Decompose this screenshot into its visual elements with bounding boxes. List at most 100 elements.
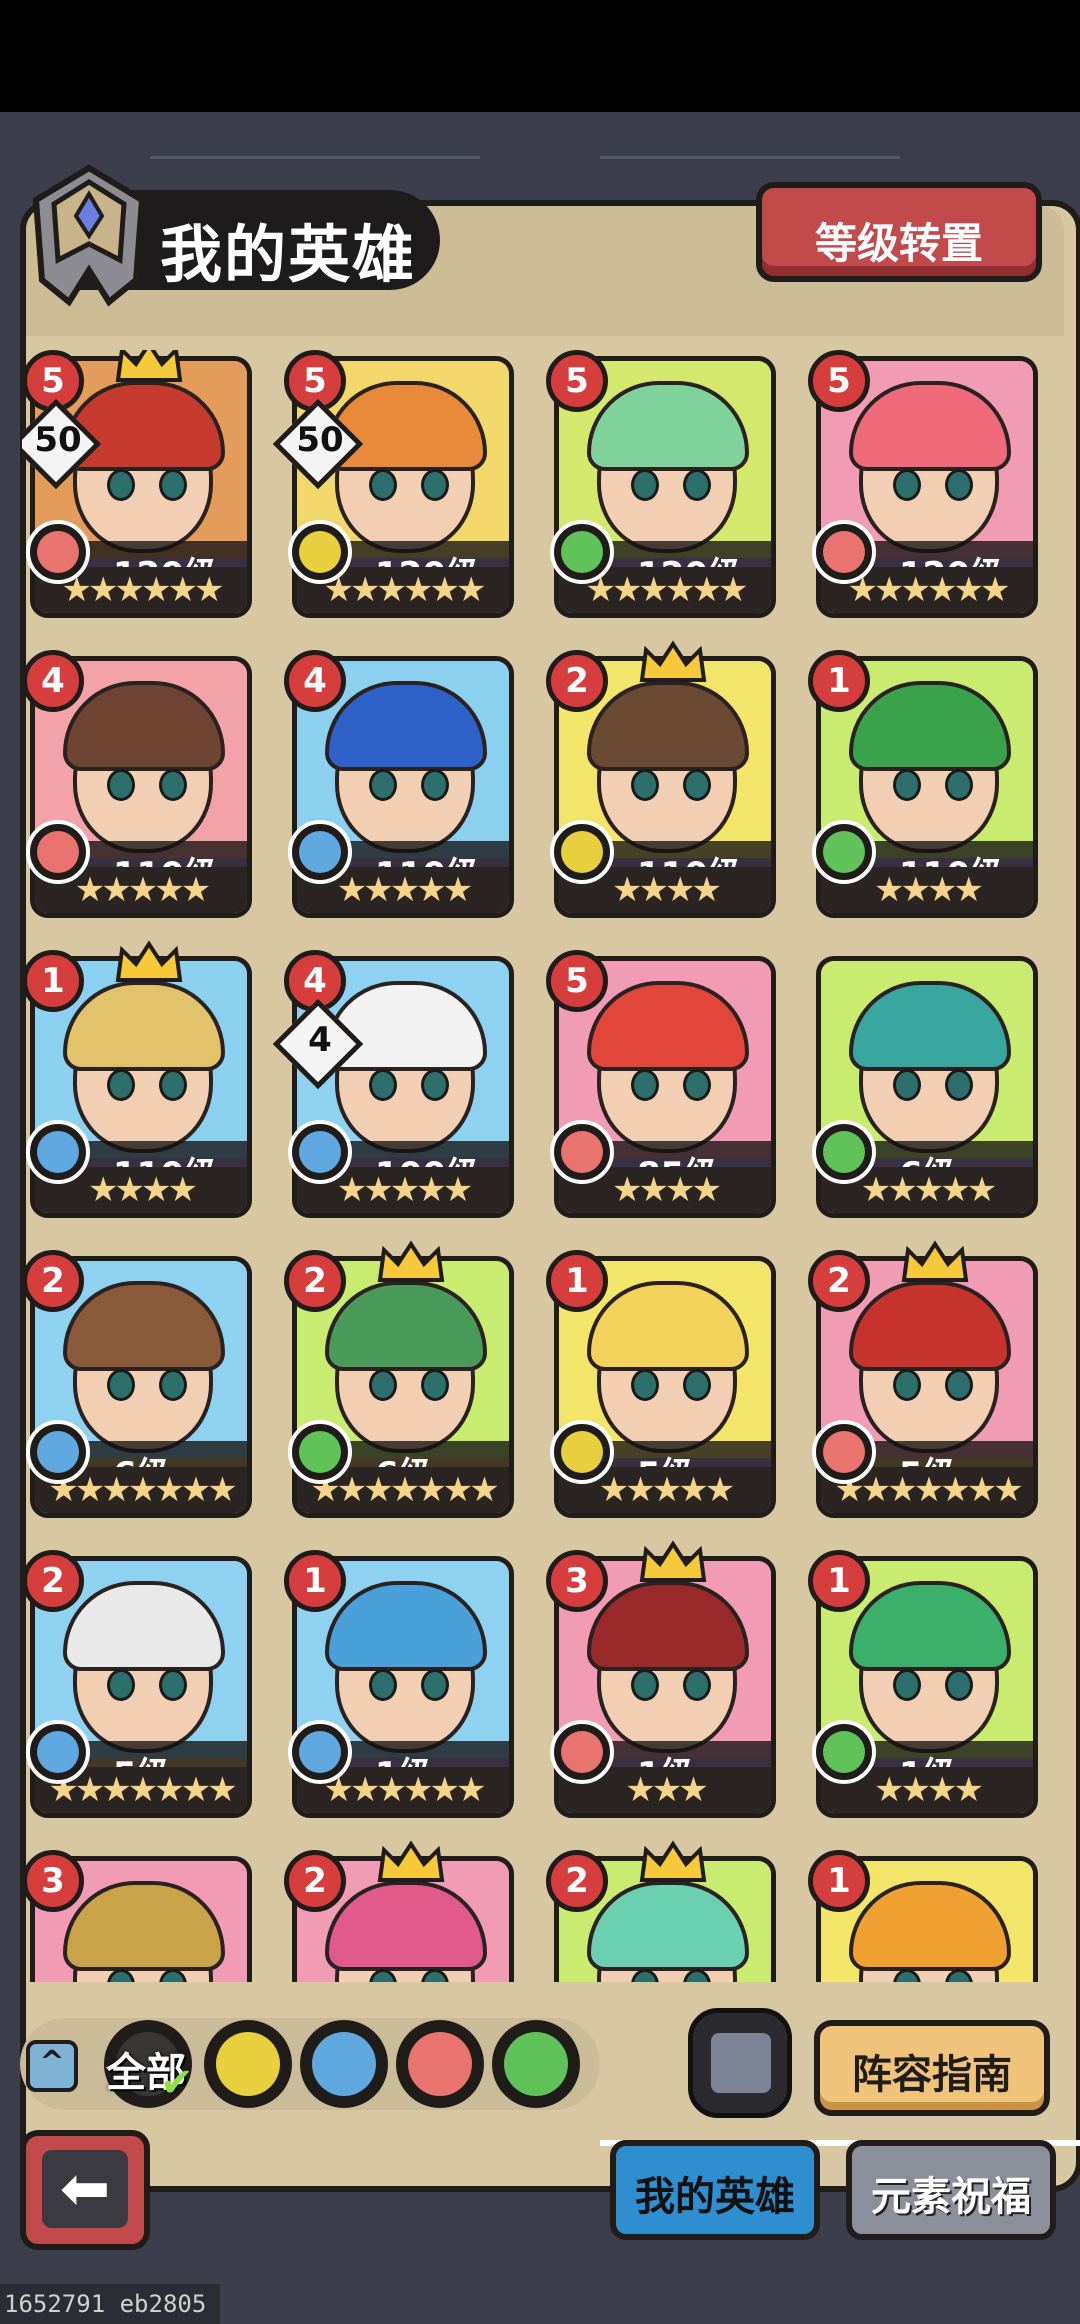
hero-eye <box>159 1369 187 1401</box>
decorative-line <box>600 156 900 159</box>
element-icon-fill <box>37 1131 79 1173</box>
rank-badge: 2 <box>546 650 608 712</box>
rank-badge: 2 <box>284 1850 346 1912</box>
hero-grid[interactable]: 120级★★★★★★550120级★★★★★★550120级★★★★★★5120… <box>22 350 1062 1982</box>
hero-hair <box>325 681 487 771</box>
hero-eye <box>683 1369 711 1401</box>
rank-number: 4 <box>303 961 327 1001</box>
lineup-guide-button[interactable]: 阵容指南 <box>814 2020 1050 2116</box>
hero-hair <box>325 1581 487 1671</box>
hero-hair <box>587 681 749 771</box>
rank-badge: 5 <box>546 950 608 1012</box>
crown-icon <box>639 1540 707 1582</box>
rank-number: 4 <box>41 661 65 701</box>
hero-card[interactable]: 110级★★★★2 <box>546 640 784 930</box>
hero-card[interactable]: 2 <box>284 1840 522 1982</box>
element-icon-fill <box>823 1731 865 1773</box>
earth-element-icon <box>288 520 352 584</box>
hero-card[interactable]: 120级★★★★★★5 <box>546 350 784 630</box>
hero-hair <box>587 381 749 471</box>
hero-eye <box>631 1369 659 1401</box>
hero-card[interactable]: 110级★★★★★4 <box>22 650 260 930</box>
hero-eye <box>893 469 921 501</box>
filter-fire-button[interactable] <box>396 2020 484 2108</box>
hero-card[interactable]: 1级★★★★★★1 <box>284 1550 522 1830</box>
filter-water-button[interactable] <box>300 2020 388 2108</box>
hero-eye <box>369 1369 397 1401</box>
hero-card[interactable]: 100级★★★★★44 <box>272 950 522 1230</box>
rank-badge: 2 <box>22 1250 84 1312</box>
wind-element-icon <box>812 1120 876 1184</box>
hero-card[interactable]: 110级★★★★★4 <box>284 650 522 930</box>
back-arrow-icon: ⬅ <box>42 2150 128 2228</box>
collapse-up-button[interactable]: ^ <box>26 2040 78 2092</box>
hero-card[interactable]: 5级★★★★★1 <box>546 1250 784 1530</box>
hero-card[interactable]: 110级★★★★1 <box>22 940 260 1230</box>
earth-element-icon <box>550 820 614 884</box>
element-icon-fill <box>561 1131 603 1173</box>
fire-element-icon <box>408 2032 472 2096</box>
fire-element-icon <box>812 1420 876 1484</box>
tab-my-heroes-label: 我的英雄 <box>635 2174 795 2220</box>
water-element-icon <box>26 1720 90 1784</box>
crown-icon <box>115 350 183 382</box>
element-icon-fill <box>37 831 79 873</box>
filter-earth-button[interactable] <box>204 2020 292 2108</box>
awaken-count: 50 <box>34 420 82 460</box>
awaken-count: 50 <box>296 420 344 460</box>
back-button[interactable]: ⬅ <box>20 2130 150 2250</box>
hero-hair <box>587 1281 749 1371</box>
hero-eye <box>893 1369 921 1401</box>
rank-number: 2 <box>41 1261 65 1301</box>
hero-card[interactable]: 3 <box>22 1850 260 1982</box>
filter-wind-button[interactable] <box>492 2020 580 2108</box>
element-icon-fill <box>823 1431 865 1473</box>
hero-eye <box>159 769 187 801</box>
hero-card[interactable]: 5级★★★★★★★2 <box>22 1550 260 1830</box>
earth-element-icon <box>550 1420 614 1484</box>
tab-element-blessing-label: 元素祝福 <box>871 2174 1031 2220</box>
hero-eye <box>683 1669 711 1701</box>
rank-number: 2 <box>565 1861 589 1901</box>
level-reset-button[interactable]: 等级转置 <box>756 182 1042 282</box>
hero-card[interactable]: 110级★★★★1 <box>808 650 1046 930</box>
save-lineup-button[interactable] <box>688 2008 792 2118</box>
rank-badge: 5 <box>808 350 870 412</box>
hero-eye <box>421 1369 449 1401</box>
crown-icon <box>115 940 183 982</box>
hero-card[interactable]: 85级★★★★5 <box>546 950 784 1230</box>
hero-eye <box>631 1069 659 1101</box>
hero-card[interactable]: 1 <box>808 1850 1046 1982</box>
hero-card[interactable]: 5级★★★★★★★2 <box>808 1240 1046 1530</box>
decorative-line <box>150 156 480 159</box>
hero-card[interactable]: 2 <box>546 1840 784 1982</box>
hero-card[interactable]: 120级★★★★★★5 <box>808 350 1046 630</box>
wind-element-icon <box>812 1720 876 1784</box>
tab-my-heroes[interactable]: 我的英雄 <box>610 2140 820 2240</box>
hero-card[interactable]: 6级★★★★★ <box>808 950 1046 1230</box>
rank-badge: 4 <box>22 650 84 712</box>
hero-eye <box>421 769 449 801</box>
element-icon-fill <box>299 531 341 573</box>
water-element-icon <box>288 1120 352 1184</box>
crown-icon <box>901 1240 969 1282</box>
hero-card[interactable]: 120级★★★★★★550 <box>22 350 260 630</box>
hero-card[interactable]: 120级★★★★★★550 <box>272 350 522 630</box>
rank-badge: 1 <box>22 950 84 1012</box>
hero-card[interactable]: 1级★★★★1 <box>808 1550 1046 1830</box>
tab-element-blessing[interactable]: 元素祝福 <box>846 2140 1056 2240</box>
hero-eye <box>945 469 973 501</box>
hero-eye <box>893 1069 921 1101</box>
hero-card[interactable]: 6级★★★★★★★2 <box>284 1240 522 1530</box>
awaken-count: 4 <box>308 1020 332 1060</box>
element-icon-fill <box>299 1731 341 1773</box>
hero-card[interactable]: 1级★★★3 <box>546 1540 784 1830</box>
element-icon-fill <box>561 831 603 873</box>
rank-number: 2 <box>41 1561 65 1601</box>
hero-eye <box>107 769 135 801</box>
element-icon-fill <box>823 531 865 573</box>
fire-element-icon <box>550 1120 614 1184</box>
hero-card[interactable]: 6级★★★★★★★2 <box>22 1250 260 1530</box>
hero-eye <box>421 1069 449 1101</box>
element-icon-fill <box>561 1731 603 1773</box>
